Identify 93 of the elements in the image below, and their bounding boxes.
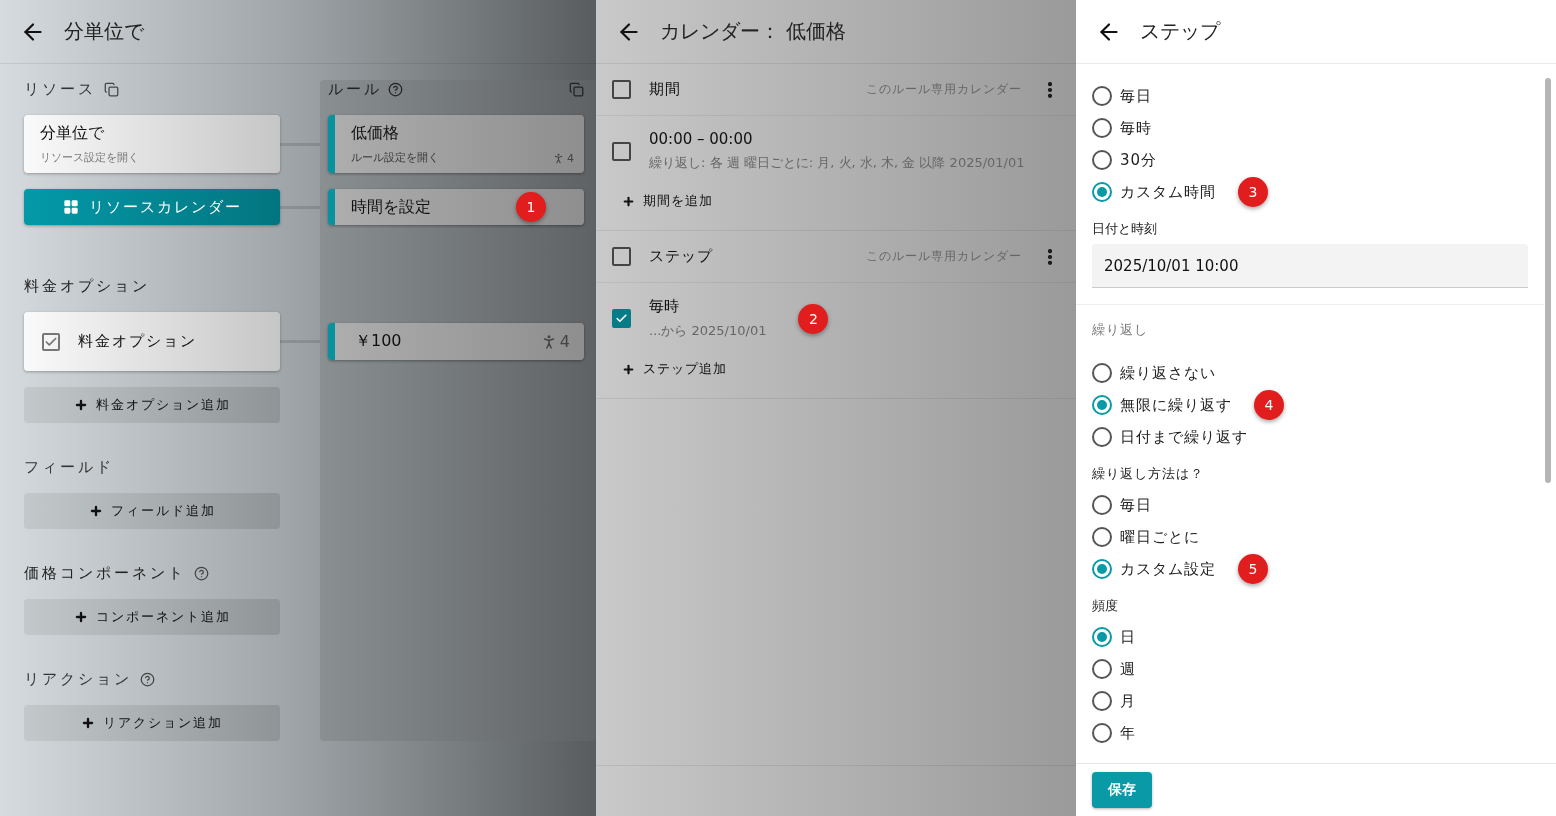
radio-option[interactable]: カスタム時間 3 bbox=[1092, 176, 1528, 208]
radio-option[interactable]: 毎日 bbox=[1092, 80, 1528, 112]
panel-title: 分単位で bbox=[64, 18, 144, 45]
section-heading: ルール bbox=[328, 80, 382, 99]
check-icon bbox=[615, 312, 628, 325]
resource-settings-link[interactable]: リソース設定を開く bbox=[40, 150, 264, 165]
radio-option[interactable]: 毎日 bbox=[1092, 489, 1528, 521]
add-link[interactable]: 期間を追加 bbox=[614, 186, 721, 216]
plus-icon bbox=[622, 194, 635, 208]
resource-card[interactable]: 分単位で リソース設定を開く bbox=[24, 115, 280, 173]
radio-button[interactable] bbox=[1092, 395, 1112, 415]
time-rule-card[interactable]: 時間を設定 1 bbox=[328, 189, 584, 225]
checkbox[interactable] bbox=[612, 247, 631, 266]
rule-title: 時間を設定 bbox=[351, 196, 431, 218]
group-label: 頻度 bbox=[1092, 597, 1119, 615]
person-count: 4 bbox=[559, 332, 570, 351]
radio-button[interactable] bbox=[1092, 182, 1112, 202]
rule-card[interactable]: 低価格 ルール設定を開く 4 bbox=[328, 115, 584, 173]
grid-icon bbox=[62, 199, 79, 215]
section-heading: フィールド bbox=[24, 458, 114, 477]
radio-button[interactable] bbox=[1092, 691, 1112, 711]
plus-icon bbox=[73, 610, 88, 624]
step-badge: 3 bbox=[1238, 177, 1268, 207]
radio-option[interactable]: 毎時 bbox=[1092, 112, 1528, 144]
add-link[interactable]: ステップ追加 bbox=[614, 354, 735, 384]
checkbox[interactable] bbox=[612, 309, 631, 328]
price-value: ￥100 bbox=[355, 331, 402, 352]
add-option-button[interactable]: 料金オプション追加 bbox=[24, 387, 280, 423]
panel-title: ステップ bbox=[1140, 18, 1220, 45]
add-button[interactable]: リアクション追加 bbox=[24, 705, 280, 741]
group-label: 繰り返し方法は？ bbox=[1092, 465, 1205, 483]
resource-title: 分単位で bbox=[40, 123, 105, 144]
radio-option[interactable]: 曜日ごとに bbox=[1092, 521, 1528, 553]
help-icon[interactable] bbox=[140, 672, 155, 687]
rule-settings-link[interactable]: ルール設定を開く bbox=[351, 150, 439, 165]
plus-icon bbox=[88, 504, 103, 518]
section-heading: 料金オプション bbox=[24, 277, 150, 296]
step-badge: 1 bbox=[516, 192, 546, 222]
plus-icon bbox=[622, 362, 635, 376]
section-heading: 価格コンポーネント bbox=[24, 564, 186, 583]
checkbox[interactable] bbox=[612, 141, 631, 161]
resource-calendar-button[interactable]: リソースカレンダー bbox=[24, 189, 280, 225]
panel-title: カレンダー： 低価格 bbox=[660, 18, 847, 45]
radio-button[interactable] bbox=[1092, 627, 1112, 647]
radio-button[interactable] bbox=[1092, 86, 1112, 106]
pricing-option-card[interactable]: 料金オプション bbox=[24, 312, 280, 371]
radio-button[interactable] bbox=[1092, 363, 1112, 383]
radio-option[interactable]: 繰り返さない bbox=[1092, 357, 1528, 389]
radio-button[interactable] bbox=[1092, 150, 1112, 170]
radio-option[interactable]: 週 bbox=[1092, 653, 1528, 685]
step-badge: 4 bbox=[1254, 390, 1284, 420]
radio-option[interactable]: 無限に繰り返す 4 bbox=[1092, 389, 1528, 421]
add-button[interactable]: コンポーネント追加 bbox=[24, 599, 280, 635]
copy-icon[interactable] bbox=[569, 82, 584, 97]
radio-button[interactable] bbox=[1092, 559, 1112, 579]
option-label: 料金オプション bbox=[78, 332, 197, 351]
rule-title: 低価格 bbox=[351, 123, 400, 144]
radio-option[interactable]: 日付まで繰り返す bbox=[1092, 421, 1528, 453]
entry-title: 00:00 – 00:00 bbox=[649, 130, 754, 148]
step-badge: 2 bbox=[798, 303, 829, 334]
entry-detail: ...から 2025/10/01 bbox=[649, 322, 767, 340]
radio-button[interactable] bbox=[1092, 659, 1112, 679]
section-heading: 繰り返し bbox=[1092, 321, 1149, 339]
radio-button[interactable] bbox=[1092, 118, 1112, 138]
person-count: 4 bbox=[567, 152, 574, 165]
radio-option[interactable]: カスタム設定 5 bbox=[1092, 553, 1528, 585]
help-icon[interactable] bbox=[194, 566, 209, 581]
radio-option[interactable]: 年 bbox=[1092, 717, 1528, 749]
datetime-field[interactable]: 2025/10/01 10:00 bbox=[1092, 244, 1528, 288]
help-icon[interactable] bbox=[388, 82, 403, 97]
section-heading: リソース bbox=[24, 80, 96, 99]
entry-title: 毎時 bbox=[649, 297, 680, 316]
radio-option[interactable]: 30分 bbox=[1092, 144, 1528, 176]
plus-icon bbox=[73, 398, 88, 412]
plus-icon bbox=[81, 716, 95, 730]
radio-option[interactable]: 月 bbox=[1092, 685, 1528, 717]
step-badge: 5 bbox=[1238, 554, 1268, 584]
copy-icon[interactable] bbox=[104, 82, 119, 97]
option-checkbox[interactable] bbox=[42, 332, 60, 351]
section-title: ステップ bbox=[649, 247, 714, 266]
radio-option[interactable]: 日 bbox=[1092, 621, 1528, 653]
checkbox[interactable] bbox=[612, 80, 631, 99]
radio-button[interactable] bbox=[1092, 723, 1112, 743]
price-rule-card[interactable]: ￥100 4 bbox=[328, 323, 584, 360]
field-label: 日付と時刻 bbox=[1092, 220, 1158, 238]
radio-button[interactable] bbox=[1092, 527, 1112, 547]
entry-detail: 繰り返し: 各 週 曜日ごとに: 月, 火, 水, 木, 金 以降 2025/01/01 bbox=[649, 154, 1025, 172]
person-icon bbox=[552, 152, 565, 165]
section-heading: リアクション bbox=[24, 670, 132, 689]
add-button[interactable]: フィールド追加 bbox=[24, 493, 280, 529]
section-title: 期間 bbox=[649, 80, 682, 99]
radio-button[interactable] bbox=[1092, 495, 1112, 515]
radio-button[interactable] bbox=[1092, 427, 1112, 447]
